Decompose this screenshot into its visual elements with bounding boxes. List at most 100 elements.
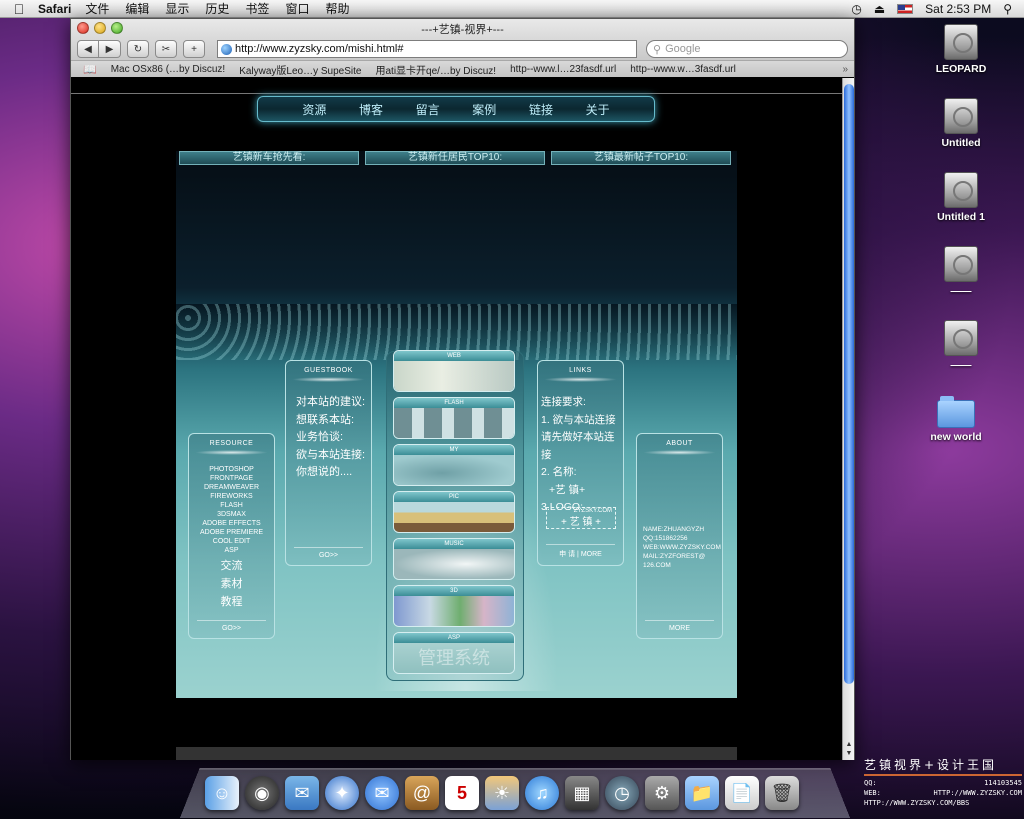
resource-cn-item[interactable]: 教程 — [189, 593, 274, 611]
menu-view[interactable]: 显示 — [165, 0, 189, 17]
links-line: 1. 欲与本站连接 — [541, 413, 616, 426]
links-apply-link[interactable]: 申 请 | MORE — [538, 544, 623, 559]
resource-item[interactable]: COOL EDIT — [189, 537, 274, 546]
menu-history[interactable]: 历史 — [205, 0, 229, 17]
resource-item[interactable]: DREAMWEAVER — [189, 483, 274, 492]
nav-links[interactable]: 链接 — [529, 101, 553, 118]
desktop-icon-untitled-1[interactable]: Untitled 1 — [926, 172, 996, 223]
tile-pic[interactable]: PIC — [393, 491, 515, 533]
desktop-icon-drive-5[interactable]: —— — [926, 320, 996, 371]
links-line: +艺 镇+ — [549, 483, 586, 496]
address-bar[interactable]: http://www.zyzsky.com/mishi.html# — [217, 40, 637, 58]
resource-item[interactable]: 3DSMAX — [189, 510, 274, 519]
forward-button[interactable]: ▶ — [99, 40, 121, 58]
time-machine-icon[interactable]: ◷ — [851, 2, 861, 16]
bookmark-4[interactable]: http--www.l…23fasdf.url — [510, 64, 616, 75]
tile-flash[interactable]: FLASH — [393, 397, 515, 439]
add-bookmark-button[interactable]: + — [183, 40, 205, 58]
resource-cn-item[interactable]: 素材 — [189, 575, 274, 593]
resource-go-link[interactable]: GO>> — [189, 620, 274, 632]
nav-blog[interactable]: 博客 — [359, 101, 383, 118]
back-button[interactable]: ◀ — [77, 40, 99, 58]
reload-button[interactable]: ↻ — [127, 40, 149, 58]
resource-item[interactable]: ASP — [189, 546, 274, 555]
eject-icon[interactable]: ⏏ — [874, 2, 885, 16]
watermark-web: HTTP://WWW.ZYZSKY.COM — [933, 789, 1022, 797]
ical-icon[interactable]: 5 — [445, 776, 479, 810]
input-flag-icon[interactable] — [897, 3, 914, 14]
resource-item[interactable]: ADOBE PREMIERE — [189, 528, 274, 537]
apple-menu-icon[interactable]:  — [0, 1, 38, 17]
guestbook-title: GUESTBOOK — [304, 367, 353, 374]
menu-window[interactable]: 窗口 — [285, 0, 309, 17]
desktop-icon-untitled[interactable]: Untitled — [926, 98, 996, 149]
spotlight-icon[interactable]: ⚲ — [1003, 2, 1012, 16]
resource-item[interactable]: FIREWORKS — [189, 492, 274, 501]
nav-buttons: ◀ ▶ — [77, 40, 121, 58]
guestbook-go-link[interactable]: GO>> — [286, 547, 371, 559]
system-preferences-icon[interactable]: ⚙ — [645, 776, 679, 810]
app-menu[interactable]: Safari — [38, 2, 71, 16]
tile-web[interactable]: WEB — [393, 350, 515, 392]
topbar-new-cars[interactable]: 艺镇新车抢先看: — [179, 151, 359, 165]
snapback-button[interactable]: ✂ — [155, 40, 177, 58]
links-title: LINKS — [569, 367, 592, 374]
safari-icon[interactable]: ✦ — [325, 776, 359, 810]
forward-arrow-icon: ▶ — [105, 43, 114, 55]
ichat-icon[interactable]: ✉ — [365, 776, 399, 810]
applications-folder-icon[interactable]: 📁 — [685, 776, 719, 810]
desktop-icon-leopard[interactable]: LEOPARD — [926, 24, 996, 75]
dashboard-icon[interactable]: ◉ — [245, 776, 279, 810]
nav-about[interactable]: 关于 — [586, 101, 610, 118]
iphoto-icon[interactable]: ☀ — [485, 776, 519, 810]
address-book-icon[interactable]: @ — [405, 776, 439, 810]
tile-my[interactable]: MY — [393, 444, 515, 486]
menu-bookmarks[interactable]: 书签 — [245, 0, 269, 17]
watermark-qq: 114103545 — [984, 779, 1022, 787]
desktop-icon-new-world[interactable]: new world — [921, 396, 991, 443]
about-info: NAME:ZHUANGYZH QQ:151862256 WEB:WWW.ZYZS… — [643, 525, 722, 570]
hard-drive-icon — [944, 246, 978, 282]
resource-item[interactable]: ADOBE EFFECTS — [189, 519, 274, 528]
guestbook-line: 想联系本站: — [296, 413, 355, 426]
resource-item[interactable]: FLASH — [189, 501, 274, 510]
guestbook-lines: 对本站的建议: 想联系本站: 业务恰谈: 欲与本站连接: 你想说的.... — [296, 394, 371, 482]
nav-guestbook[interactable]: 留言 — [416, 101, 440, 118]
tile-3d[interactable]: 3D — [393, 585, 515, 627]
bookmark-5[interactable]: http--www.w…3fasdf.url — [630, 64, 736, 75]
vertical-scrollbar[interactable]: ▲ ▼ — [842, 78, 854, 760]
resource-item[interactable]: FRONTPAGE — [189, 474, 274, 483]
about-more-link[interactable]: MORE — [637, 620, 722, 632]
scroll-arrows-icon[interactable]: ▲ ▼ — [843, 740, 855, 758]
site-logo-badge[interactable]: ZYZSKY.COM + 艺 镇 + — [546, 507, 616, 529]
trash-icon[interactable]: 🗑 — [765, 776, 799, 810]
bookmark-3[interactable]: 用ati显卡开qe/…by Discuz! — [375, 62, 496, 77]
topbar-new-residents[interactable]: 艺镇新任居民TOP10: — [365, 151, 545, 165]
hard-drive-icon — [944, 320, 978, 356]
itunes-icon[interactable]: ♫ — [525, 776, 559, 810]
resource-cn-item[interactable]: 交流 — [189, 557, 274, 575]
nav-resources[interactable]: 资源 — [302, 101, 326, 118]
desktop-icon-drive-4[interactable]: —— — [926, 246, 996, 297]
nav-cases[interactable]: 案例 — [472, 101, 496, 118]
spaces-icon[interactable]: ▦ — [565, 776, 599, 810]
finder-icon[interactable]: ☺ — [205, 776, 239, 810]
scroll-thumb[interactable] — [844, 84, 854, 684]
search-field[interactable]: ⚲ Google — [646, 40, 848, 58]
mail-icon[interactable]: ✉ — [285, 776, 319, 810]
document-icon[interactable]: 📄 — [725, 776, 759, 810]
time-machine-dock-icon[interactable]: ◷ — [605, 776, 639, 810]
bookmarks-overflow-icon[interactable]: » — [842, 64, 854, 75]
menu-edit[interactable]: 编辑 — [125, 0, 149, 17]
about-line: NAME:ZHUANGYZH — [643, 526, 705, 533]
bookmark-1[interactable]: Mac OSx86 (…by Discuz! — [111, 64, 225, 75]
menu-help[interactable]: 帮助 — [325, 0, 349, 17]
tile-asp[interactable]: ASP 管理系统 — [393, 632, 515, 674]
tile-music[interactable]: MUSIC — [393, 538, 515, 580]
menu-file[interactable]: 文件 — [85, 0, 109, 17]
menubar-clock[interactable]: Sat 2:53 PM — [925, 2, 991, 16]
topbar-new-posts[interactable]: 艺镇最新帖子TOP10: — [551, 151, 731, 165]
book-icon[interactable]: 📖 — [83, 63, 97, 76]
resource-item[interactable]: PHOTOSHOP — [189, 465, 274, 474]
bookmark-2[interactable]: Kalyway版Leo…y SupeSite — [239, 62, 361, 77]
